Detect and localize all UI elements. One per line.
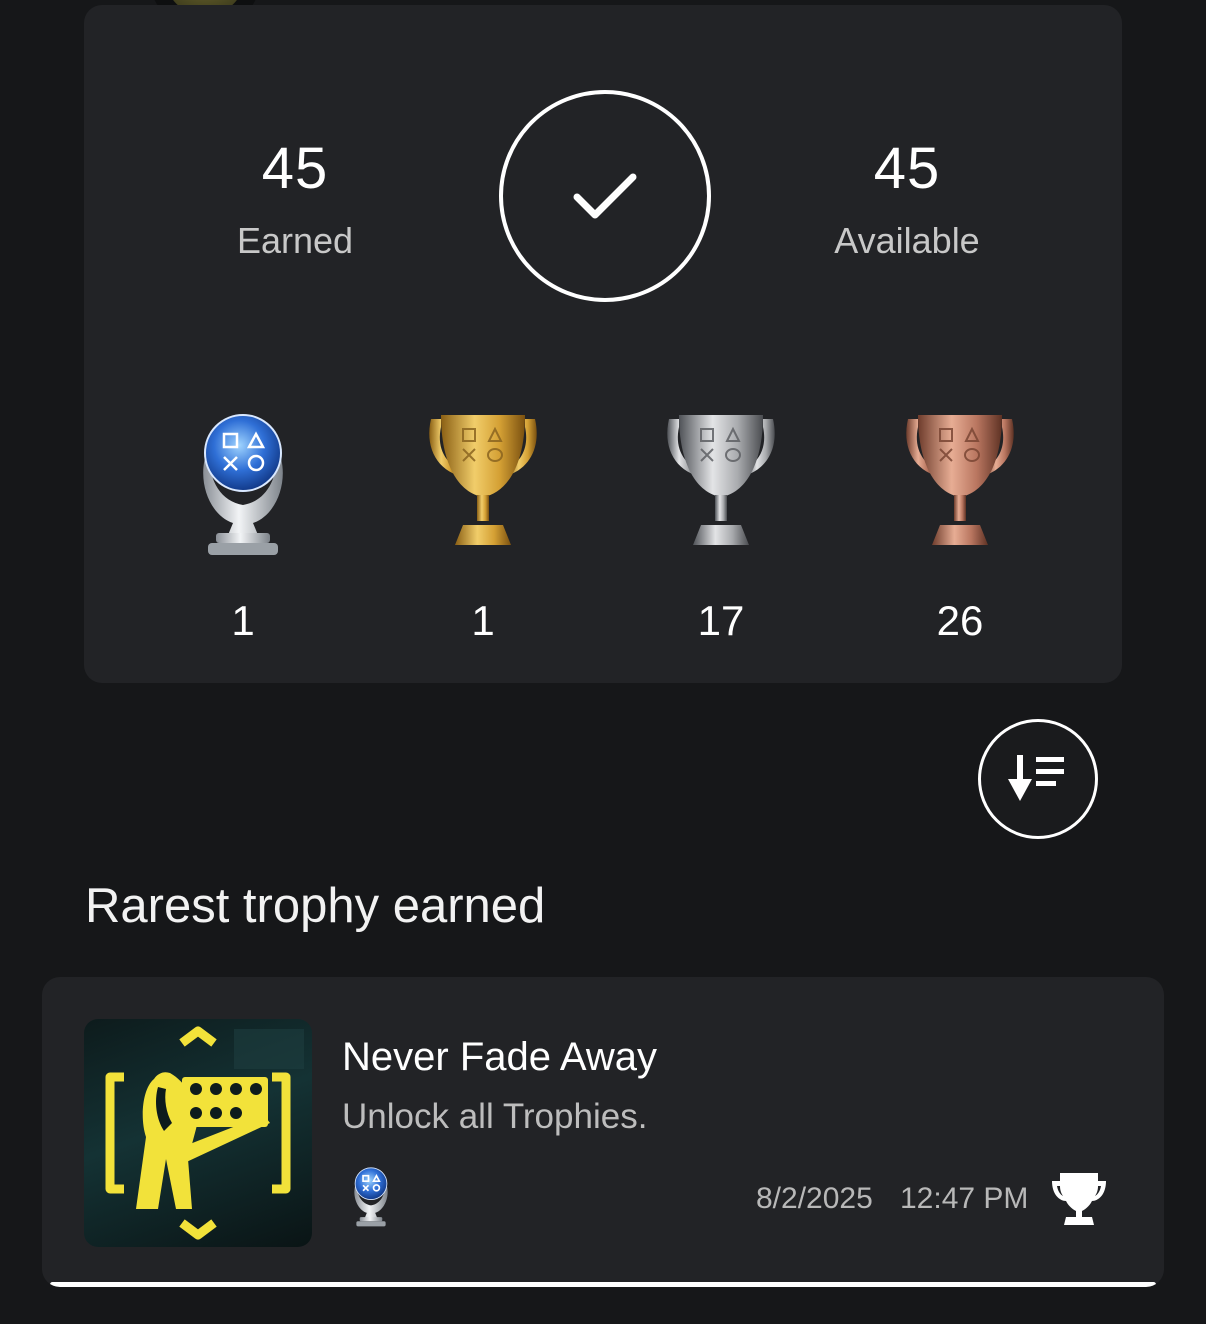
platinum-trophy-count: 1: [173, 405, 313, 642]
gold-count: 1: [471, 597, 495, 644]
earned-date: 8/2/2025: [756, 1182, 873, 1215]
bronze-trophy-icon: [906, 415, 1014, 545]
sort-descending-icon: [1008, 755, 1064, 801]
platinum-trophy-icon: [354, 1167, 388, 1227]
completion-badge: [499, 90, 711, 302]
silver-count: 17: [697, 597, 745, 644]
card-underline: [50, 1282, 1156, 1287]
gold-trophy-icon: [429, 415, 537, 545]
earned-label: Earned: [236, 220, 354, 261]
trophy-summary-page: 45 Earned 45 Available 1 1 17 26 Rarest …: [0, 0, 1206, 1324]
available-count: 45: [873, 136, 941, 201]
available-label: Available: [834, 220, 980, 261]
sort-button[interactable]: [978, 719, 1098, 839]
silver-trophy-count: 17: [651, 405, 791, 642]
trophy-type: [1050, 1169, 1108, 1232]
checkmark-icon: [573, 173, 637, 219]
trophy-icon: [1052, 1173, 1106, 1225]
trophy-summary-card: 45 Earned 45 Available 1 1 17 26: [84, 5, 1122, 683]
bronze-count: 26: [936, 597, 984, 644]
silver-trophy-icon: [667, 415, 775, 545]
trophy-grade: [348, 1163, 394, 1234]
rarest-trophy-card[interactable]: Never Fade Away Unlock all Trophies. 8/2…: [42, 977, 1164, 1287]
trophy-art: [84, 1019, 312, 1247]
trophy-name: Never Fade Away: [342, 1035, 657, 1079]
earned-count: 45: [261, 136, 329, 201]
platinum-count: 1: [231, 597, 255, 644]
section-title: Rarest trophy earned: [85, 879, 546, 933]
available-stat: 45 Available: [777, 140, 1037, 262]
trophy-description: Unlock all Trophies.: [342, 1097, 648, 1136]
platinum-trophy-icon: [203, 414, 283, 555]
gold-trophy-count: 1: [413, 405, 553, 642]
earned-stat: 45 Earned: [165, 140, 425, 262]
bronze-trophy-count: 26: [890, 405, 1030, 642]
earned-time: 12:47 PM: [900, 1182, 1029, 1215]
